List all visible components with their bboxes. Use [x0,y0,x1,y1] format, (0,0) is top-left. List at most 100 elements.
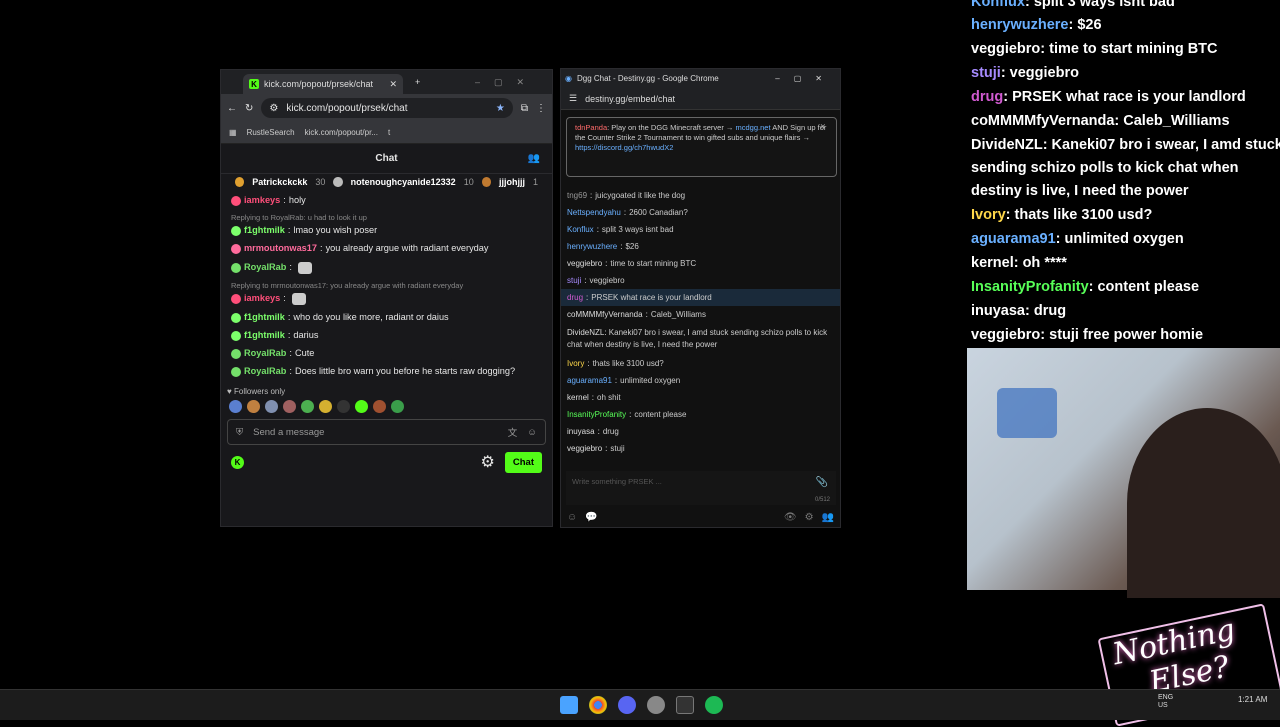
back-icon[interactable]: ← [227,103,237,114]
settings-gear-icon[interactable]: ⚙ [481,452,495,472]
leader-name[interactable]: notenoughcyanide12332 [351,177,456,187]
username-colon: : [1040,41,1046,57]
whisper-icon[interactable]: 💬 [585,512,597,523]
chat-username[interactable]: f1ghtmilk [244,225,285,235]
overlay-username: veggiebro [971,327,1041,343]
close-tab-icon[interactable]: ✕ [389,79,397,90]
spotify-icon[interactable] [705,696,723,714]
clock[interactable]: 1:21 AM [1238,695,1267,704]
dgg-username[interactable]: veggiebro [567,259,602,268]
notice-link[interactable]: https://discord.gg/ch7hwudX2 [575,143,673,152]
dgg-text: juicygoated it like the dog [595,191,686,200]
leader-count: 1 [533,177,539,187]
dgg-username[interactable]: drug [567,293,583,302]
dgg-chat-line: Konflux: split 3 ways isnt bad [561,221,840,238]
bookmark-star-icon[interactable]: ★ [496,103,505,114]
person-silhouette [1127,408,1280,598]
apps-grid-icon[interactable]: ▦ [229,128,237,137]
close-notice-icon[interactable]: ✕ [820,122,826,132]
emote-menu-icon[interactable]: ☺ [567,512,577,523]
emote-icon[interactable] [373,400,386,413]
chat-username[interactable]: RoyalRab [244,262,286,272]
username-colon: : [614,376,618,385]
chat-username[interactable]: RoyalRab [244,367,286,376]
chat-username[interactable]: RoyalRab [244,349,286,358]
dgg-username[interactable]: stuji [567,276,581,285]
emote-icon[interactable] [301,400,314,413]
dgg-chat-line: InsanityProfanity: content please [561,406,840,423]
dgg-username[interactable]: InsanityProfanity [567,410,626,419]
reply-context[interactable]: Replying to mrmoutonwas17: you already a… [231,278,542,290]
terminal-icon[interactable] [676,696,694,714]
discord-icon[interactable] [618,696,636,714]
dgg-username[interactable]: veggiebro [567,444,602,453]
emote-icon[interactable] [391,400,404,413]
notice-user[interactable]: tdnPanda [575,123,607,132]
bookmark-item[interactable]: RustleSearch [247,128,295,137]
kick-browser-tab[interactable]: K kick.com/popout/prsek/chat ✕ [243,74,403,94]
new-tab-icon[interactable]: + [415,77,420,87]
chat-username[interactable]: mrmoutonwas17 [244,243,317,253]
notice-link[interactable]: mcdgg.net [736,123,771,132]
emote-icon[interactable] [355,400,368,413]
user-badge-icon [231,349,241,359]
emote-icon[interactable] [319,400,332,413]
kick-address-field[interactable]: ⚙ kick.com/popout/prsek/chat ★ [261,98,513,118]
chrome-icon[interactable] [589,696,607,714]
emote-icon[interactable] [337,400,350,413]
chat-username[interactable]: iamkeys [244,196,280,205]
dgg-username[interactable]: coMMMMfyVernanda [567,310,643,319]
window-controls[interactable]: –▢✕ [775,74,836,83]
leader-name[interactable]: Patrickckckk [252,177,307,187]
emote-icon[interactable] [265,400,278,413]
dgg-username[interactable]: Nettspendyahu [567,208,621,217]
bookmark-item[interactable]: t [388,128,390,137]
obs-icon[interactable] [647,696,665,714]
username-colon: : [1024,0,1030,10]
username-colon: : [597,427,600,436]
dgg-text: veggiebro [589,276,625,285]
kick-logo-icon[interactable]: K [231,455,244,469]
language-indicator[interactable]: ENG US [1158,694,1173,711]
reload-icon[interactable]: ↻ [245,103,253,114]
settings-gear-icon[interactable]: ⚙ [805,512,814,523]
eye-icon[interactable]: 👁 [784,512,797,523]
chat-username[interactable]: f1ghtmilk [244,331,285,340]
dgg-chat-line: aguarama91: unlimited oxygen [561,372,840,389]
dgg-username[interactable]: Konflux [567,225,594,234]
more-menu-icon[interactable]: ⋮ [536,103,546,114]
translate-icon[interactable]: 文 [508,425,518,439]
chat-text: Does little bro warn you before he start… [294,366,516,377]
dgg-username[interactable]: tng69 [567,191,587,200]
kick-message-input[interactable]: ⛨ Send a message 文 ☺ [227,419,546,445]
users-icon[interactable]: 👥 [822,512,834,523]
dgg-username[interactable]: DivideNZL [567,328,604,337]
send-chat-button[interactable]: Chat [504,451,542,473]
username-colon: : [1042,137,1048,153]
leader-name[interactable]: jjjohjjj [499,177,525,187]
emote-icon [291,293,306,305]
dgg-username[interactable]: henrywuzhere [567,242,617,251]
dgg-username[interactable]: kernel [567,393,589,402]
site-info-icon[interactable]: ⚙ [269,103,278,114]
chat-username[interactable]: f1ghtmilk [244,313,285,322]
emoji-icon[interactable]: ☺ [527,427,537,438]
dgg-username[interactable]: aguarama91 [567,376,612,385]
bookmark-item[interactable]: kick.com/popout/pr... [305,128,378,137]
emote-icon[interactable] [247,400,260,413]
emote-icon[interactable] [229,400,242,413]
dgg-chat-line: kernel: oh shit [561,389,840,406]
attach-icon[interactable]: 📎 [816,477,828,488]
user-badge-icon [231,313,241,323]
dgg-username[interactable]: inuyasa [567,427,595,436]
window-controls[interactable]: –▢✕ [475,77,538,88]
reply-context[interactable]: Replying to RoyalRab: u had to look it u… [231,210,542,222]
users-icon[interactable]: 👥 [528,153,540,164]
site-info-icon[interactable]: ☰ [569,93,577,104]
dgg-username[interactable]: Ivory [567,359,584,368]
dgg-message-input[interactable]: Write something PRSEK ... 📎 0/512 [566,471,836,505]
extensions-icon[interactable]: ⧉ [521,103,528,114]
emote-icon[interactable] [283,400,296,413]
start-menu-icon[interactable] [560,696,578,714]
chat-username[interactable]: iamkeys [244,294,280,303]
